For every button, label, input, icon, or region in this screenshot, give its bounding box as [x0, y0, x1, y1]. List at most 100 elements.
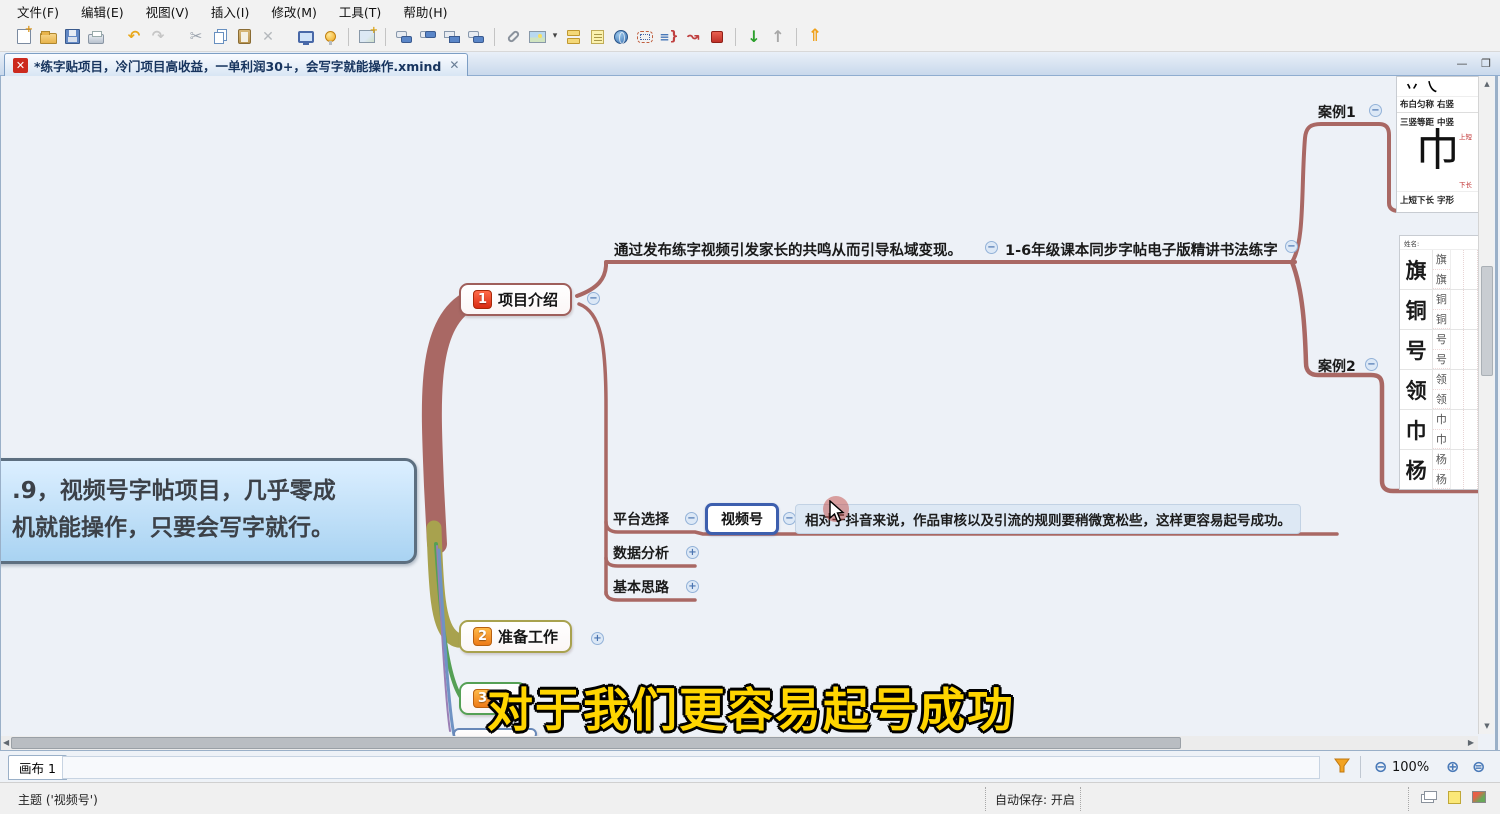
- tab-close-icon[interactable]: ✕: [447, 58, 459, 72]
- hyperlink-icon: [506, 29, 520, 43]
- vertical-scrollbar-thumb[interactable]: [1481, 266, 1493, 376]
- zoom-in-button[interactable]: ⊕: [1446, 757, 1459, 776]
- gray-up-arrow-icon: ↑: [771, 29, 784, 45]
- insert-parent-topic-button[interactable]: [464, 25, 488, 49]
- zoom-fit-button[interactable]: ⊜: [1472, 757, 1485, 776]
- floating-note-box[interactable]: .9，视频号字帖项目，几乎零成 机就能操作，只要会写字就行。: [0, 458, 417, 564]
- insert-image-button[interactable]: [525, 25, 549, 49]
- print-button[interactable]: [84, 25, 108, 49]
- collapse-toggle[interactable]: −: [685, 512, 698, 525]
- insert-web-link-button[interactable]: [609, 25, 633, 49]
- insert-sheet-button[interactable]: [561, 25, 585, 49]
- subtopic-case1[interactable]: 案例1: [1318, 102, 1356, 122]
- open-folder-icon: [40, 33, 57, 44]
- menu-item[interactable]: 插入(I): [200, 0, 260, 23]
- insert-summary-button[interactable]: ≡}: [657, 25, 681, 49]
- expand-toggle[interactable]: +: [686, 580, 699, 593]
- insert-topic-before-button[interactable]: [416, 25, 440, 49]
- case2-copybook-image[interactable]: 姓名: 旗 旗 旗 铜 铜 铜: [1399, 235, 1479, 490]
- record-icon: [711, 31, 723, 43]
- notes-panel-icon[interactable]: [1448, 791, 1461, 804]
- scroll-up-icon[interactable]: ▲: [1479, 80, 1495, 88]
- topic-preparation[interactable]: 2 准备工作: [459, 620, 572, 653]
- sheet-tab-track: [62, 756, 1320, 779]
- insert-notes-button[interactable]: [585, 25, 609, 49]
- subtopic-case2[interactable]: 案例2: [1318, 356, 1356, 376]
- image-panel-icon[interactable]: [1472, 791, 1486, 803]
- copybook-character: 号: [1400, 330, 1433, 369]
- insert-topic-before-icon: [420, 31, 436, 43]
- globe-icon: [614, 30, 628, 44]
- copybook-character: 领: [1400, 370, 1433, 409]
- video-subtitle: 对于我们更容易起号成功: [1, 674, 1500, 740]
- insert-subtopic-icon: [444, 31, 460, 43]
- expand-toggle[interactable]: +: [591, 632, 604, 645]
- record-button[interactable]: [705, 25, 729, 49]
- mindmap-canvas[interactable]: 1 项目介绍 − 2 准备工作 + 3 账 通过发布练字视频引发家长的共鸣从而引…: [0, 76, 1500, 750]
- insert-relationship-button[interactable]: ↝: [681, 25, 705, 49]
- divider: [1360, 756, 1361, 778]
- menu-item[interactable]: 修改(M): [260, 0, 328, 23]
- topic-project-intro[interactable]: 1 项目介绍: [459, 283, 572, 316]
- insert-parent-topic-icon: [468, 31, 484, 43]
- paste-button[interactable]: [232, 25, 256, 49]
- calligraphy-strokes: 丷㇏: [1397, 77, 1478, 97]
- copybook-character: 杨: [1400, 450, 1433, 489]
- vertical-scrollbar[interactable]: ▲ ▼: [1478, 76, 1494, 734]
- expand-toggle[interactable]: +: [686, 546, 699, 559]
- document-tab[interactable]: ✕ *练字贴项目，冷门项目高收益，一单利润30+，会写字就能操作.xmind ✕: [4, 53, 468, 76]
- upload-button[interactable]: ↑: [766, 25, 790, 49]
- hyperlink-button[interactable]: [501, 25, 525, 49]
- save-button[interactable]: [60, 25, 84, 49]
- subtopic-promo-text[interactable]: 通过发布练字视频引发家长的共鸣从而引导私域变现。: [614, 239, 962, 260]
- subtopic-basic-idea[interactable]: 基本思路: [613, 577, 669, 597]
- menu-item[interactable]: 工具(T): [328, 0, 392, 23]
- insert-subtopic-button[interactable]: [440, 25, 464, 49]
- sheet-tab-canvas1[interactable]: 画布 1: [8, 755, 67, 780]
- filter-icon[interactable]: [1334, 758, 1350, 774]
- menu-item[interactable]: 视图(V): [135, 0, 200, 23]
- copybook-rows: 旗 旗 旗 铜 铜 铜 号: [1400, 250, 1478, 490]
- case1-sample-image[interactable]: 丷㇏ 布白匀称 右竖 三竖等距 中竖 巾 上短 下长 上短下长 字形: [1396, 76, 1479, 213]
- redo-button[interactable]: ↷: [146, 25, 170, 49]
- promote-button[interactable]: ⇑: [803, 25, 827, 49]
- collapse-toggle[interactable]: −: [985, 241, 998, 254]
- menu-item[interactable]: 文件(F): [6, 0, 70, 23]
- zoom-out-button[interactable]: ⊖: [1374, 757, 1387, 776]
- download-button[interactable]: ↓: [742, 25, 766, 49]
- subtopic-data-analysis[interactable]: 数据分析: [613, 543, 669, 563]
- print-icon: [88, 34, 104, 44]
- insert-image-dropdown[interactable]: ▾: [549, 25, 561, 49]
- selection-status: 主题 ('视频号'): [18, 791, 98, 808]
- topic-video-account-selected[interactable]: 视频号: [705, 503, 779, 535]
- menu-bar: 文件(F) 编辑(E) 视图(V) 插入(I) 修改(M) 工具(T) 帮助(H…: [0, 0, 1500, 22]
- insert-topic-button[interactable]: [392, 25, 416, 49]
- export-image-button[interactable]: [355, 25, 379, 49]
- collapse-toggle[interactable]: −: [587, 292, 600, 305]
- topic-label: 准备工作: [498, 626, 558, 647]
- collapse-toggle[interactable]: −: [1369, 104, 1382, 117]
- annotation-bottom: 下长: [1459, 179, 1472, 189]
- brainstorm-button[interactable]: [318, 25, 342, 49]
- delete-icon: ✕: [262, 30, 274, 44]
- presentation-button[interactable]: [294, 25, 318, 49]
- undo-button[interactable]: ↶: [122, 25, 146, 49]
- menu-item[interactable]: 编辑(E): [70, 0, 135, 23]
- cut-button[interactable]: ✂: [184, 25, 208, 49]
- cascade-windows-icon[interactable]: [1424, 791, 1437, 800]
- subtopic-copybook-text[interactable]: 1-6年级课本同步字帖电子版精讲书法练字: [1005, 239, 1278, 260]
- presentation-icon: [298, 31, 314, 43]
- menu-item[interactable]: 帮助(H): [392, 0, 458, 23]
- open-button[interactable]: [36, 25, 60, 49]
- copybook-character: 旗: [1400, 250, 1433, 289]
- collapse-toggle[interactable]: −: [1285, 240, 1298, 253]
- topic-video-note[interactable]: 相对于抖音来说，作品审核以及引流的规则要稍微宽松些，这样更容易起号成功。: [795, 504, 1301, 534]
- collapse-toggle[interactable]: −: [1365, 358, 1378, 371]
- delete-button[interactable]: ✕: [256, 25, 280, 49]
- insert-boundary-button[interactable]: [633, 25, 657, 49]
- minimize-button[interactable]: —: [1452, 55, 1472, 71]
- maximize-button[interactable]: ❐: [1476, 55, 1496, 71]
- copy-button[interactable]: [208, 25, 232, 49]
- subtopic-platform[interactable]: 平台选择: [613, 509, 669, 529]
- new-document-button[interactable]: [12, 25, 36, 49]
